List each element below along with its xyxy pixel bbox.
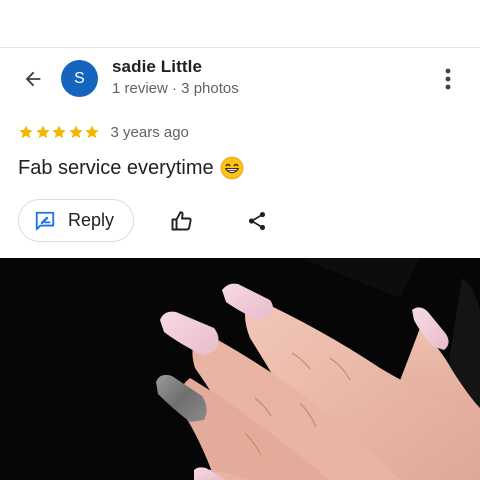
like-button[interactable]: [168, 207, 196, 235]
star-icon: [19, 125, 33, 139]
reply-button[interactable]: Reply: [18, 199, 134, 242]
rate-review-icon: [35, 211, 55, 230]
star-icon: [85, 125, 99, 139]
more-vert-icon: [445, 68, 451, 90]
manicured-nails-photo: [0, 258, 480, 480]
more-options-button[interactable]: [436, 65, 460, 93]
arrow-back-icon: [25, 71, 41, 87]
star-icon: [68, 125, 83, 139]
review-text-row: Fab service everytime: [18, 156, 244, 180]
avatar-letter: S: [74, 69, 85, 87]
back-button[interactable]: [18, 64, 48, 94]
rating-row: 3 years ago: [18, 122, 189, 142]
grinning-face-emoji-icon: [220, 156, 244, 180]
avatar[interactable]: S: [61, 60, 98, 97]
reviewer-meta: 1 review · 3 photos: [112, 80, 239, 97]
share-button[interactable]: [243, 207, 271, 235]
top-bar: [0, 0, 480, 48]
review-date: 3 years ago: [110, 123, 189, 141]
reviewer-name[interactable]: sadie Little: [112, 57, 202, 77]
reply-button-label: Reply: [68, 210, 115, 230]
thumb-up-icon: [171, 211, 192, 231]
review-text: Fab service everytime: [18, 156, 214, 179]
review-photo[interactable]: [0, 258, 480, 480]
share-icon: [248, 212, 266, 230]
star-icon: [52, 125, 66, 139]
star-icon: [35, 125, 50, 139]
star-rating: [18, 124, 101, 140]
